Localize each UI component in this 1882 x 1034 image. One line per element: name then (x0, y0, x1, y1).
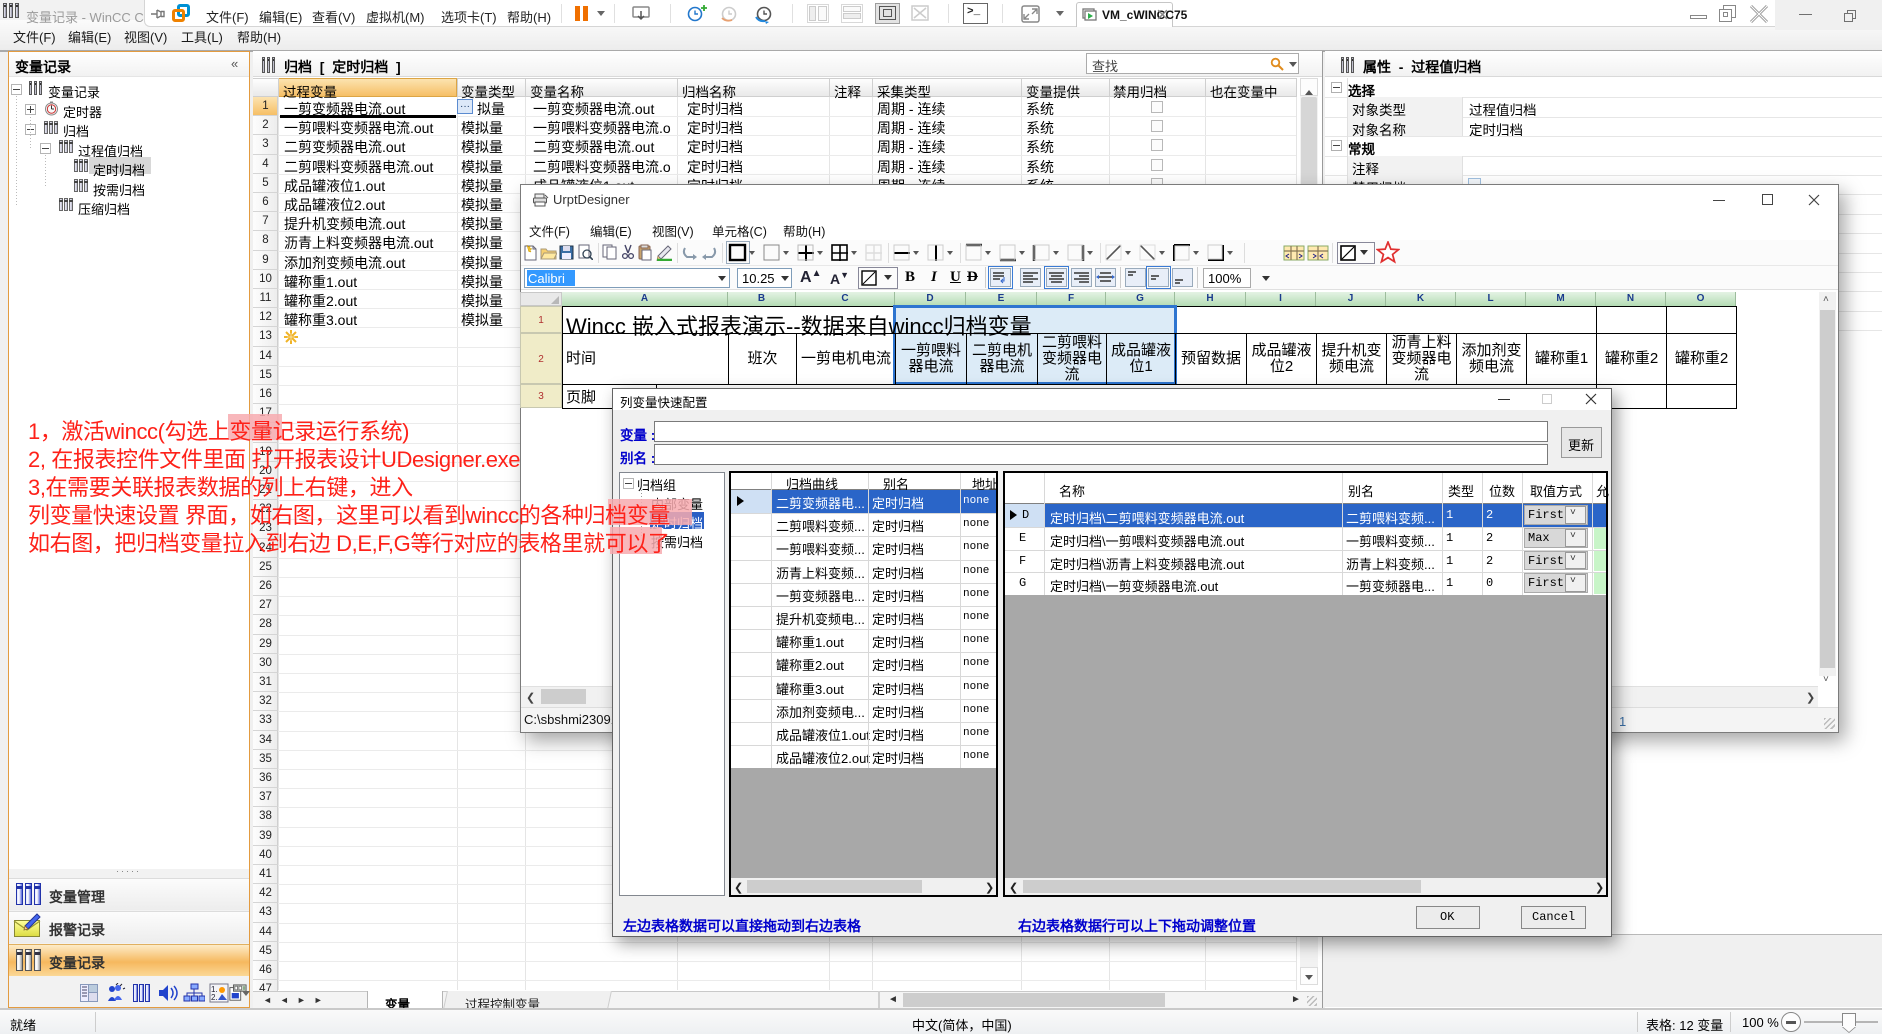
svg-text:2.: 2. (211, 993, 218, 1002)
